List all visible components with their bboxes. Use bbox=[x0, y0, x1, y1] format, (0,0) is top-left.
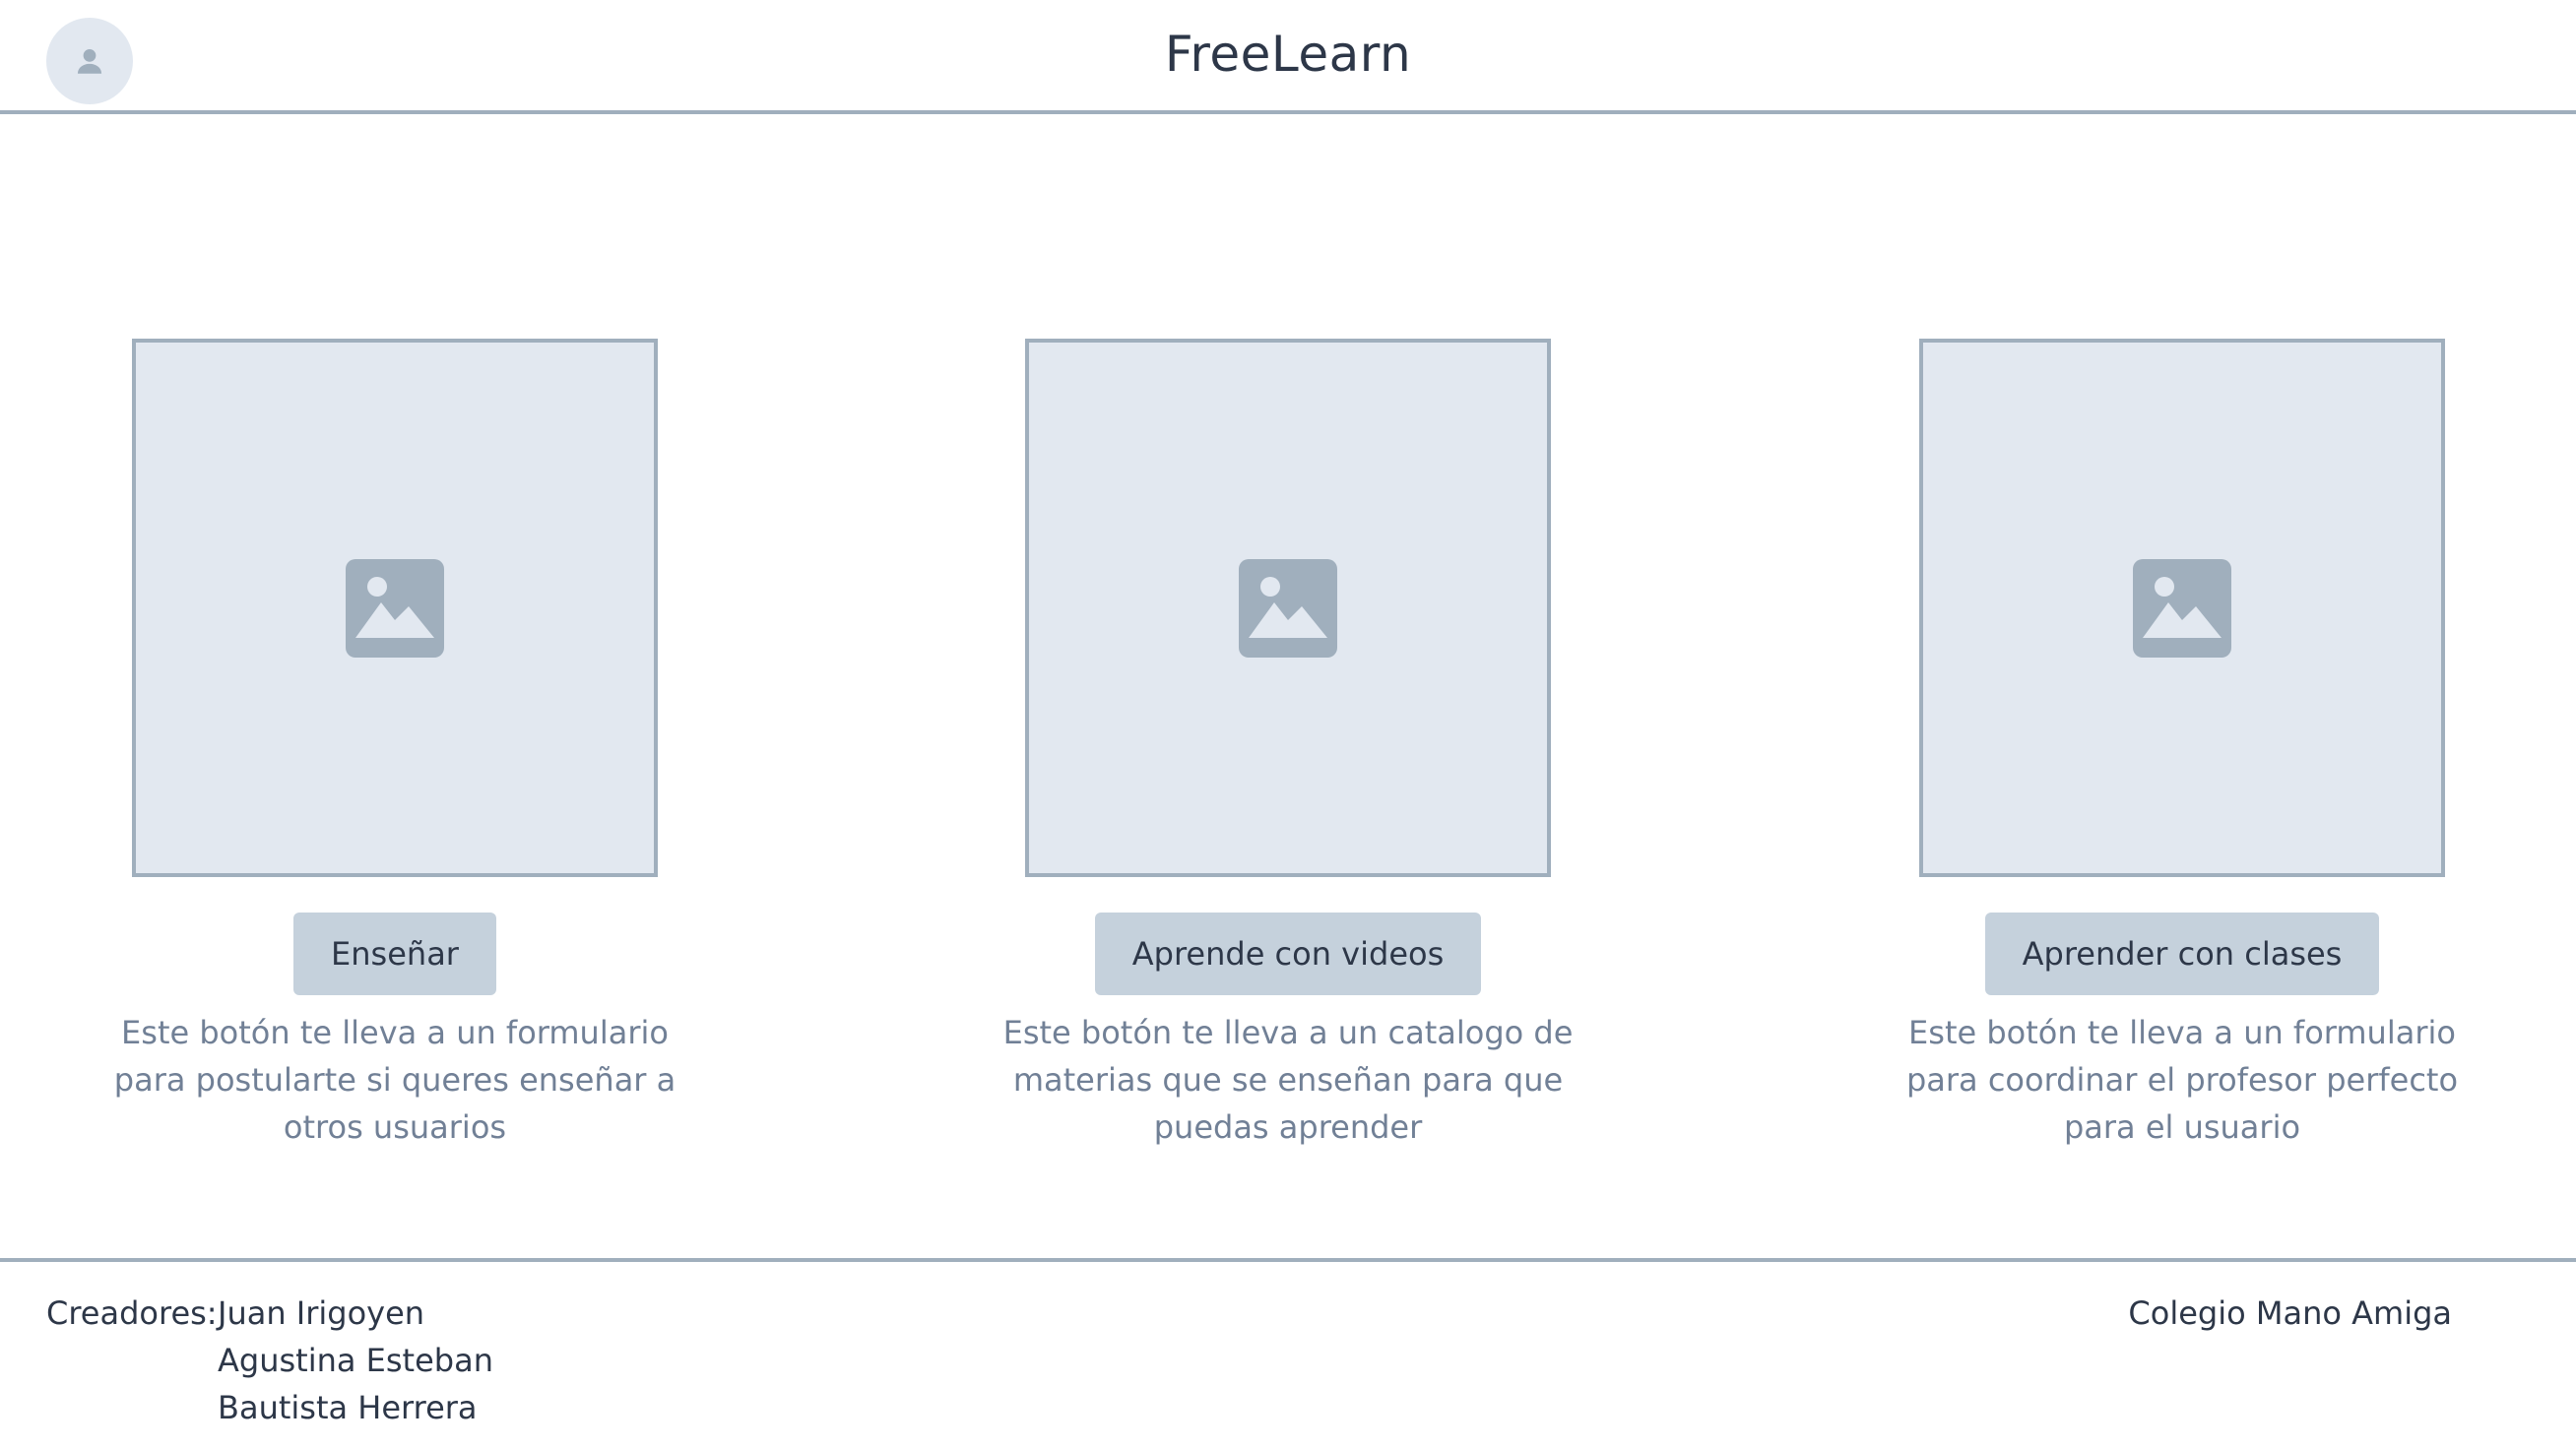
top-header: FreeLearn bbox=[0, 0, 2576, 114]
creator-name: Bautista Herrera bbox=[218, 1389, 478, 1426]
image-placeholder bbox=[1025, 339, 1551, 877]
school-name: Colegio Mano Amiga bbox=[2128, 1294, 2452, 1332]
aprender-con-clases-button[interactable]: Aprender con clases bbox=[1984, 913, 2380, 995]
card-description: Este botón te lleva a un formulario para… bbox=[113, 1014, 676, 1146]
aprende-con-videos-button[interactable]: Aprende con videos bbox=[1094, 913, 1482, 995]
image-placeholder bbox=[1919, 339, 2445, 877]
card-aprender-clases: Aprender con clases Este botón te lleva … bbox=[1906, 339, 2458, 1151]
app-title: FreeLearn bbox=[1164, 26, 1412, 83]
card-description: Este botón te lleva a un formulario para… bbox=[1905, 1014, 2459, 1146]
image-placeholder bbox=[132, 339, 658, 877]
card-aprende-videos: Aprende con videos Este botón te lleva a… bbox=[1003, 339, 1573, 1151]
ensenar-button[interactable]: Enseñar bbox=[293, 913, 496, 995]
image-placeholder-icon bbox=[346, 558, 444, 658]
creators-block: Creadores:Juan Irigoyen Agustina Esteban… bbox=[46, 1290, 493, 1431]
image-placeholder-icon bbox=[1239, 558, 1337, 658]
footer: Creadores:Juan Irigoyen Agustina Esteban… bbox=[0, 1258, 2576, 1426]
creator-name: Agustina Esteban bbox=[218, 1342, 493, 1379]
creator-name: Juan Irigoyen bbox=[218, 1294, 425, 1332]
card-description: Este botón te lleva a un catalogo de mat… bbox=[1002, 1014, 1574, 1146]
card-ensenar: Enseñar Este botón te lleva a un formula… bbox=[114, 339, 676, 1151]
creators-label: Creadores: bbox=[46, 1294, 218, 1332]
image-placeholder-icon bbox=[2133, 558, 2231, 658]
